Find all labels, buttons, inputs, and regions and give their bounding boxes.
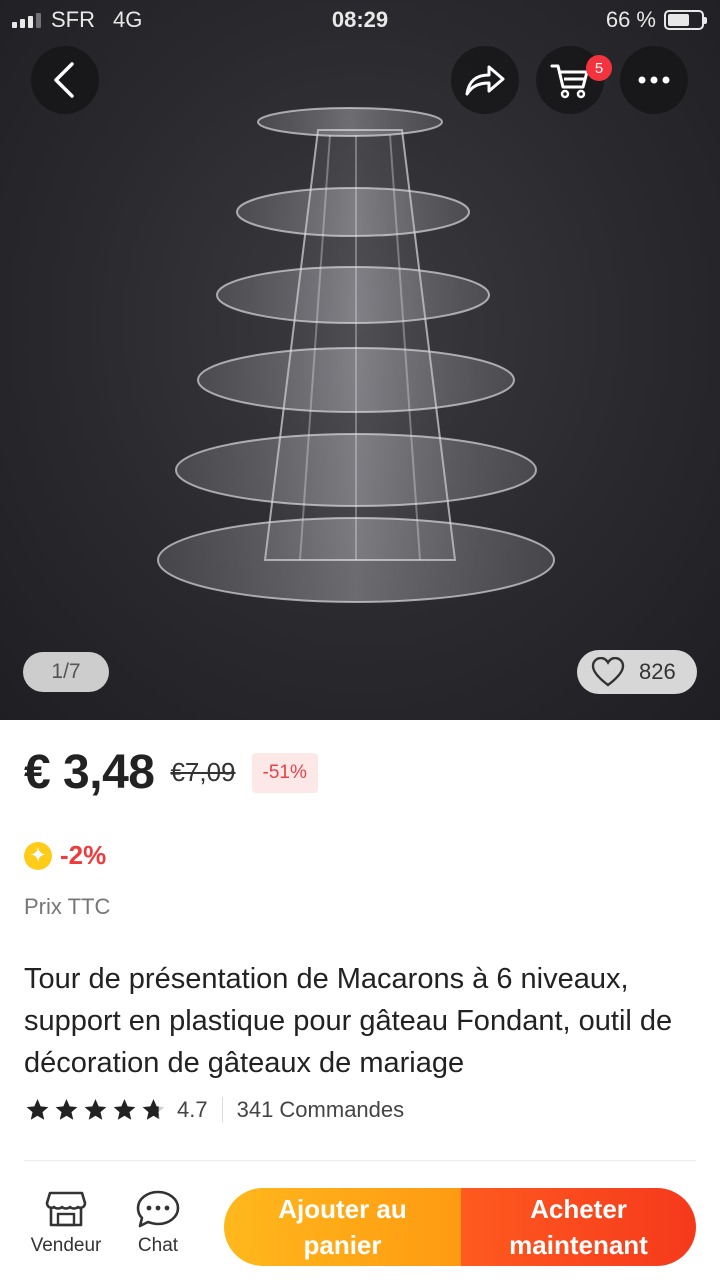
- star-icon: [113, 1099, 136, 1120]
- battery-icon: [664, 10, 707, 30]
- status-bar: SFR 4G 08:29 66 %: [0, 0, 720, 40]
- back-button[interactable]: [31, 46, 99, 114]
- product-image[interactable]: SFR 4G 08:29 66 % 5 1/7 826: [0, 0, 720, 720]
- tax-label: Prix TTC: [24, 894, 111, 919]
- more-dots-icon: [638, 76, 670, 84]
- chat-button[interactable]: Chat: [118, 1189, 198, 1257]
- separator: [221, 1097, 223, 1123]
- heart-outline-icon: [591, 657, 625, 687]
- status-right: 66 %: [605, 7, 707, 33]
- cart-badge: 5: [586, 55, 612, 81]
- coin-icon: ✦: [24, 841, 52, 870]
- cart-icon: [550, 64, 589, 99]
- share-button[interactable]: [451, 46, 519, 114]
- share-arrow-icon: [465, 65, 505, 96]
- star-icon: [142, 1099, 165, 1120]
- star-icon: [84, 1099, 107, 1120]
- orders-count: 341 Commandes: [236, 1097, 405, 1122]
- rating-value: 4.7: [177, 1097, 208, 1122]
- discount-badge: -51%: [251, 752, 318, 793]
- bottom-action-bar: Vendeur Chat Ajouter au panier Acheter m…: [0, 1175, 720, 1280]
- chevron-left-icon: [54, 62, 74, 98]
- vendeur-label: Vendeur: [30, 1235, 102, 1256]
- star-icon: [26, 1099, 49, 1120]
- chat-label: Chat: [137, 1235, 179, 1256]
- buy-now-button[interactable]: Acheter maintenant: [461, 1188, 696, 1266]
- add-to-cart-button[interactable]: Ajouter au panier: [224, 1188, 461, 1266]
- image-counter: 1/7: [23, 652, 109, 692]
- vendeur-button[interactable]: Vendeur: [26, 1189, 106, 1257]
- divider: [24, 1160, 696, 1161]
- current-price: € 3,48: [24, 746, 155, 799]
- star-icon: [55, 1099, 78, 1120]
- product-title: Tour de présentation de Macarons à 6 niv…: [24, 963, 673, 1079]
- coin-discount-row[interactable]: ✦ -2%: [24, 840, 106, 871]
- likes-count: 826: [639, 659, 676, 684]
- macaron-tower-image: [157, 107, 555, 603]
- store-icon: [45, 1191, 87, 1227]
- like-button[interactable]: 826: [577, 650, 697, 694]
- battery-percent: 66 %: [605, 7, 656, 32]
- coin-discount: -2%: [60, 840, 107, 870]
- cta-group: Ajouter au panier Acheter maintenant: [224, 1188, 696, 1266]
- chat-bubble-icon: [136, 1190, 180, 1228]
- old-price: €7,09: [170, 757, 236, 787]
- more-button[interactable]: [620, 46, 688, 114]
- rating-row[interactable]: 4.7 341 Commandes: [24, 1097, 404, 1123]
- rating-stars: [24, 1097, 167, 1123]
- price-row: € 3,48 €7,09 -51%: [24, 745, 318, 800]
